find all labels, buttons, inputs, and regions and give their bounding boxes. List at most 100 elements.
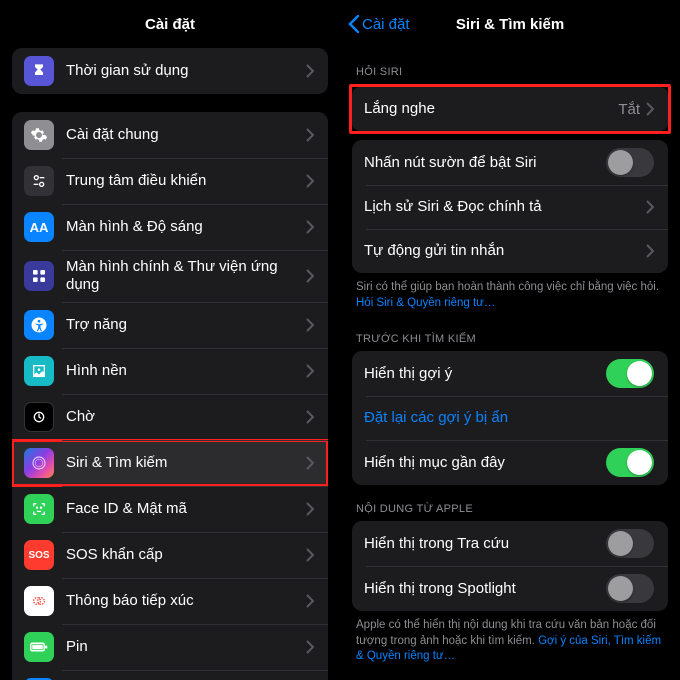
gear-icon bbox=[24, 120, 54, 150]
back-label: Cài đặt bbox=[362, 16, 410, 33]
accessibility-icon bbox=[24, 310, 54, 340]
section-before-search: TRƯỚC KHI TÌM KIẾM bbox=[340, 315, 680, 351]
siri-header: Cài đặt Siri & Tìm kiếm bbox=[340, 0, 680, 48]
chevron-right-icon bbox=[306, 364, 314, 378]
settings-pane: Cài đặt Thời gian sử dụng Cài đặt chung bbox=[0, 0, 340, 680]
standby-icon bbox=[24, 402, 54, 432]
faceid-icon bbox=[24, 494, 54, 524]
row-label: Thông báo tiếp xúc bbox=[66, 592, 306, 610]
row-label: Pin bbox=[66, 638, 306, 656]
row-wallpaper[interactable]: Hình nền bbox=[12, 348, 328, 394]
row-faceid[interactable]: Face ID & Mật mã bbox=[12, 486, 328, 532]
ask-siri-footer: Siri có thể giúp bạn hoàn thành công việ… bbox=[340, 273, 680, 315]
row-reset-hidden[interactable]: Đặt lại các gợi ý bị ẩn bbox=[352, 396, 668, 440]
group-before-search: Hiển thị gợi ý Đặt lại các gợi ý bị ẩn H… bbox=[352, 351, 668, 485]
row-label: Hiển thị gợi ý bbox=[364, 365, 606, 383]
row-label: Màn hình & Độ sáng bbox=[66, 218, 306, 236]
row-label: Hiển thị trong Tra cứu bbox=[364, 535, 606, 553]
chevron-right-icon bbox=[306, 318, 314, 332]
row-auto-send[interactable]: Tự động gửi tin nhắn bbox=[352, 229, 668, 273]
row-show-suggestions[interactable]: Hiển thị gợi ý bbox=[352, 351, 668, 396]
chevron-right-icon bbox=[646, 200, 654, 214]
section-apple-content: NỘI DUNG TỪ APPLE bbox=[340, 485, 680, 521]
grid-icon bbox=[24, 261, 54, 291]
battery-icon bbox=[24, 632, 54, 662]
toggle-side-button[interactable] bbox=[606, 148, 654, 177]
row-battery[interactable]: Pin bbox=[12, 624, 328, 670]
row-label: Face ID & Mật mã bbox=[66, 500, 306, 518]
row-label: Thời gian sử dụng bbox=[66, 62, 306, 80]
row-show-lookup[interactable]: Hiển thị trong Tra cứu bbox=[352, 521, 668, 566]
row-show-spotlight[interactable]: Hiển thị trong Spotlight bbox=[352, 566, 668, 611]
highlight-listen: Lắng nghe Tắt bbox=[349, 84, 671, 134]
row-general[interactable]: Cài đặt chung bbox=[12, 112, 328, 158]
row-label: Hiển thị mục gần đây bbox=[364, 454, 606, 472]
footer-text: Siri có thể giúp bạn hoàn thành công việ… bbox=[356, 281, 659, 293]
row-home-screen[interactable]: Màn hình chính & Thư viện ứng dụng bbox=[12, 250, 328, 302]
row-label: Hình nền bbox=[66, 362, 306, 380]
row-exposure[interactable]: Thông báo tiếp xúc bbox=[12, 578, 328, 624]
row-accessibility[interactable]: Trợ năng bbox=[12, 302, 328, 348]
row-display[interactable]: AA Màn hình & Độ sáng bbox=[12, 204, 328, 250]
text-size-icon: AA bbox=[24, 212, 54, 242]
row-label: SOS khẩn cấp bbox=[66, 546, 306, 564]
row-screen-time[interactable]: Thời gian sử dụng bbox=[12, 48, 328, 94]
row-sos[interactable]: SOS SOS khẩn cấp bbox=[12, 532, 328, 578]
siri-title: Siri & Tìm kiếm bbox=[456, 16, 564, 33]
switches-icon bbox=[24, 166, 54, 196]
chevron-right-icon bbox=[306, 502, 314, 516]
sos-icon: SOS bbox=[24, 540, 54, 570]
row-label: Siri & Tìm kiếm bbox=[66, 454, 306, 472]
chevron-right-icon bbox=[306, 640, 314, 654]
row-side-button[interactable]: Nhấn nút sườn để bật Siri bbox=[352, 140, 668, 185]
exposure-icon bbox=[24, 586, 54, 616]
group-apple-content: Hiển thị trong Tra cứu Hiển thị trong Sp… bbox=[352, 521, 668, 611]
row-label: Màn hình chính & Thư viện ứng dụng bbox=[66, 258, 306, 294]
row-label: Đặt lại các gợi ý bị ẩn bbox=[364, 409, 654, 427]
siri-pane: Cài đặt Siri & Tìm kiếm HỎI SIRI Lắng ng… bbox=[340, 0, 680, 680]
group-main: Cài đặt chung Trung tâm điều khiển AA Mà… bbox=[12, 112, 328, 680]
row-label: Trợ năng bbox=[66, 316, 306, 334]
row-label: Nhấn nút sườn để bật Siri bbox=[364, 154, 606, 172]
chevron-right-icon bbox=[306, 174, 314, 188]
row-label: Lịch sử Siri & Đọc chính tả bbox=[364, 198, 646, 216]
row-standby[interactable]: Chờ bbox=[12, 394, 328, 440]
row-label: Hiển thị trong Spotlight bbox=[364, 580, 606, 598]
chevron-right-icon bbox=[306, 548, 314, 562]
chevron-right-icon bbox=[646, 244, 654, 258]
chevron-right-icon bbox=[646, 102, 654, 116]
ask-siri-privacy-link[interactable]: Hỏi Siri & Quyền riêng tư… bbox=[356, 297, 495, 309]
apple-content-footer: Apple có thể hiển thị nội dung khi tra c… bbox=[340, 611, 680, 669]
chevron-right-icon bbox=[306, 128, 314, 142]
row-label: Lắng nghe bbox=[364, 100, 618, 118]
chevron-right-icon bbox=[306, 220, 314, 234]
settings-header: Cài đặt bbox=[0, 0, 340, 48]
chevron-right-icon bbox=[306, 456, 314, 470]
toggle-show-recents[interactable] bbox=[606, 448, 654, 477]
row-label: Cài đặt chung bbox=[66, 126, 306, 144]
chevron-right-icon bbox=[306, 594, 314, 608]
back-button[interactable]: Cài đặt bbox=[348, 15, 410, 33]
row-listen[interactable]: Lắng nghe Tắt bbox=[352, 87, 668, 131]
siri-icon bbox=[24, 448, 54, 478]
section-ask-siri: HỎI SIRI bbox=[340, 48, 680, 84]
chevron-right-icon bbox=[306, 269, 314, 283]
toggle-show-spotlight[interactable] bbox=[606, 574, 654, 603]
row-control-center[interactable]: Trung tâm điều khiển bbox=[12, 158, 328, 204]
row-history[interactable]: Lịch sử Siri & Đọc chính tả bbox=[352, 185, 668, 229]
row-show-recents[interactable]: Hiển thị mục gần đây bbox=[352, 440, 668, 485]
chevron-right-icon bbox=[306, 64, 314, 78]
row-label: Trung tâm điều khiển bbox=[66, 172, 306, 190]
row-label: Tự động gửi tin nhắn bbox=[364, 242, 646, 260]
row-label: Chờ bbox=[66, 408, 306, 426]
settings-title: Cài đặt bbox=[145, 16, 195, 33]
group-screen-time: Thời gian sử dụng bbox=[12, 48, 328, 94]
wallpaper-icon bbox=[24, 356, 54, 386]
toggle-show-suggestions[interactable] bbox=[606, 359, 654, 388]
row-siri-search[interactable]: Siri & Tìm kiếm bbox=[12, 440, 328, 486]
group-ask-siri: Nhấn nút sườn để bật Siri Lịch sử Siri &… bbox=[352, 140, 668, 273]
chevron-right-icon bbox=[306, 410, 314, 424]
toggle-show-lookup[interactable] bbox=[606, 529, 654, 558]
row-privacy[interactable]: Quyền riêng tư & Bảo mật bbox=[12, 670, 328, 680]
hourglass-icon bbox=[24, 56, 54, 86]
